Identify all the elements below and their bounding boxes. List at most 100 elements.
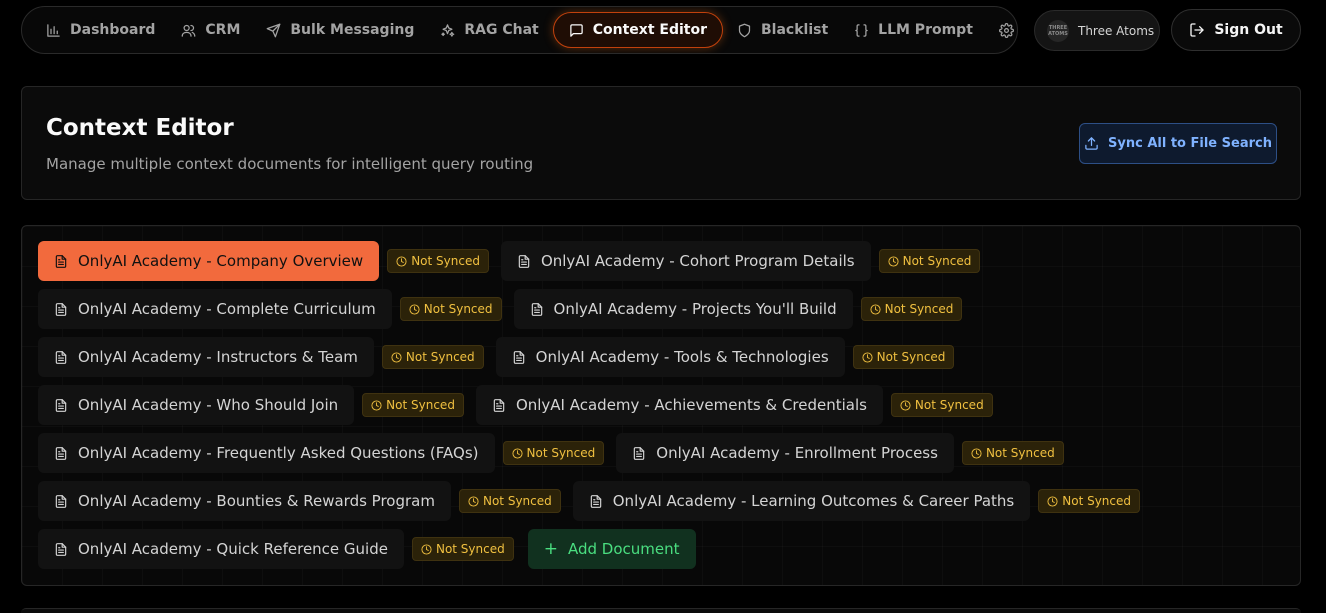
sync-status-label: Not Synced	[985, 446, 1055, 460]
sign-out-label: Sign Out	[1214, 22, 1283, 38]
file-text-icon	[590, 494, 601, 508]
document-name: OnlyAI Academy - Bounties & Rewards Prog…	[78, 492, 435, 510]
clock-icon	[971, 447, 982, 459]
document-name: OnlyAI Academy - Cohort Program Details	[540, 252, 855, 270]
clock-icon	[396, 255, 407, 267]
sync-status-badge: Not Synced	[502, 441, 605, 465]
sync-all-label: Sync All to File Search	[1108, 136, 1272, 151]
sync-status-badge: Not Synced	[860, 297, 963, 321]
nav-items: Dashboard CRM Bulk Messaging RAG Chat Contex…	[22, 7, 1017, 53]
sync-status-label: Not Synced	[526, 446, 596, 460]
document-tabs: OnlyAI Academy - Company Overview Not Syn…	[38, 241, 1288, 577]
document-tab[interactable]: OnlyAI Academy - Company Overview	[38, 241, 380, 281]
nav-item-dashboard[interactable]: Dashboard	[34, 12, 167, 48]
nav-item-label: RAG Chat	[464, 22, 539, 38]
file-text-icon	[55, 446, 67, 460]
document-tab[interactable]: OnlyAI Academy - Complete Curriculum	[38, 289, 392, 329]
sync-status-badge: Not Synced	[878, 249, 981, 273]
document-name: OnlyAI Academy - Achievements & Credenti…	[515, 396, 867, 414]
upload-icon	[1085, 137, 1098, 150]
file-text-icon	[531, 302, 542, 316]
file-text-icon	[55, 302, 67, 316]
nav-item-crm[interactable]: CRM	[169, 12, 252, 48]
nav-item-label: Bulk Messaging	[290, 22, 415, 38]
document-tab[interactable]: OnlyAI Academy - Cohort Program Details	[500, 241, 871, 281]
nav-item-settings[interactable]: Settings	[987, 12, 1017, 48]
document-tab[interactable]: OnlyAI Academy - Achievements & Credenti…	[475, 385, 883, 425]
clock-icon	[870, 303, 881, 315]
document-tab[interactable]: OnlyAI Academy - Quick Reference Guide	[38, 529, 404, 569]
nav-item-context-editor[interactable]: Context Editor	[552, 12, 723, 48]
sync-status-badge: Not Synced	[852, 345, 955, 369]
clock-icon	[371, 399, 382, 411]
document-tab[interactable]: OnlyAI Academy - Learning Outcomes & Car…	[572, 481, 1031, 521]
document-name: OnlyAI Academy - Quick Reference Guide	[78, 540, 388, 558]
document-name: OnlyAI Academy - Complete Curriculum	[78, 300, 376, 318]
sync-status-badge: Not Synced	[1038, 489, 1141, 513]
clock-icon	[862, 351, 873, 363]
editor-panel-edge	[21, 608, 1301, 613]
sync-status-label: Not Synced	[914, 398, 984, 412]
nav-item-rag-chat[interactable]: RAG Chat	[428, 12, 550, 48]
sync-status-badge: Not Synced	[411, 537, 514, 561]
document-tab[interactable]: OnlyAI Academy - Enrollment Process	[616, 433, 954, 473]
sync-status-badge: Not Synced	[458, 489, 561, 513]
users-icon	[182, 24, 196, 37]
add-document-label: Add Document	[567, 540, 680, 558]
sync-status-label: Not Synced	[386, 398, 455, 412]
document-tab[interactable]: OnlyAI Academy - Projects You'll Build	[513, 289, 853, 329]
message-square-icon	[570, 23, 583, 37]
sync-status-label: Not Synced	[1062, 494, 1132, 508]
sign-out-button[interactable]: Sign Out	[1171, 9, 1301, 51]
page-title: Context Editor	[46, 115, 234, 141]
document-row: OnlyAI Academy - Quick Reference Guide No…	[38, 529, 1288, 569]
document-tab[interactable]: OnlyAI Academy - Tools & Technologies	[495, 337, 845, 377]
sync-status-badge: Not Synced	[399, 297, 502, 321]
nav-item-label: LLM Prompt	[878, 22, 973, 38]
send-icon	[267, 23, 281, 37]
documents-panel: OnlyAI Academy - Company Overview Not Syn…	[21, 225, 1301, 586]
file-text-icon	[55, 254, 67, 268]
document-row: OnlyAI Academy - Complete Curriculum Not …	[38, 289, 1288, 329]
document-row: OnlyAI Academy - Bounties & Rewards Prog…	[38, 481, 1288, 521]
sync-status-badge: Not Synced	[961, 441, 1064, 465]
sync-status-badge: Not Synced	[387, 249, 489, 273]
add-document-button[interactable]: + Add Document	[527, 529, 696, 569]
nav-item-label: CRM	[205, 22, 241, 38]
sync-all-button[interactable]: Sync All to File Search	[1079, 123, 1277, 164]
sync-status-badge: Not Synced	[381, 345, 484, 369]
sync-status-label: Not Synced	[423, 302, 493, 316]
page-subtitle: Manage multiple context documents for in…	[46, 155, 534, 173]
document-name: OnlyAI Academy - Enrollment Process	[656, 444, 938, 462]
document-row: OnlyAI Academy - Instructors & Team Not S…	[38, 337, 1288, 377]
document-name: OnlyAI Academy - Learning Outcomes & Car…	[612, 492, 1015, 510]
file-text-icon	[55, 542, 67, 556]
nav-item-bulk-messaging[interactable]: Bulk Messaging	[254, 12, 426, 48]
document-name: OnlyAI Academy - Projects You'll Build	[553, 300, 837, 318]
shield-icon	[738, 23, 751, 37]
document-tab[interactable]: OnlyAI Academy - Who Should Join	[38, 385, 355, 425]
file-text-icon	[518, 254, 530, 268]
document-row: OnlyAI Academy - Who Should Join Not Sync…	[38, 385, 1288, 425]
sparkles-icon	[441, 23, 455, 37]
sync-status-label: Not Synced	[411, 254, 480, 268]
document-tab[interactable]: OnlyAI Academy - Bounties & Rewards Prog…	[38, 481, 451, 521]
document-name: OnlyAI Academy - Tools & Technologies	[535, 348, 829, 366]
nav-item-label: Context Editor	[592, 22, 707, 38]
plus-icon: +	[543, 538, 558, 559]
clock-icon	[900, 399, 911, 411]
document-tab[interactable]: OnlyAI Academy - Instructors & Team	[38, 337, 374, 377]
org-switcher[interactable]: THREE ATOMS Three Atoms	[1034, 10, 1160, 51]
sync-status-label: Not Synced	[902, 254, 972, 268]
sync-status-label: Not Synced	[884, 302, 954, 316]
bar-chart-icon	[47, 23, 60, 37]
document-name: OnlyAI Academy - Who Should Join	[78, 396, 339, 414]
clock-icon	[468, 495, 479, 507]
nav-item-blacklist[interactable]: Blacklist	[725, 12, 840, 48]
file-text-icon	[55, 350, 67, 364]
clock-icon	[888, 255, 899, 267]
document-name: OnlyAI Academy - Frequently Asked Questi…	[78, 444, 479, 462]
sync-status-badge: Not Synced	[362, 393, 464, 417]
document-tab[interactable]: OnlyAI Academy - Frequently Asked Questi…	[38, 433, 495, 473]
nav-item-llm-prompt[interactable]: LLM Prompt	[842, 12, 985, 48]
